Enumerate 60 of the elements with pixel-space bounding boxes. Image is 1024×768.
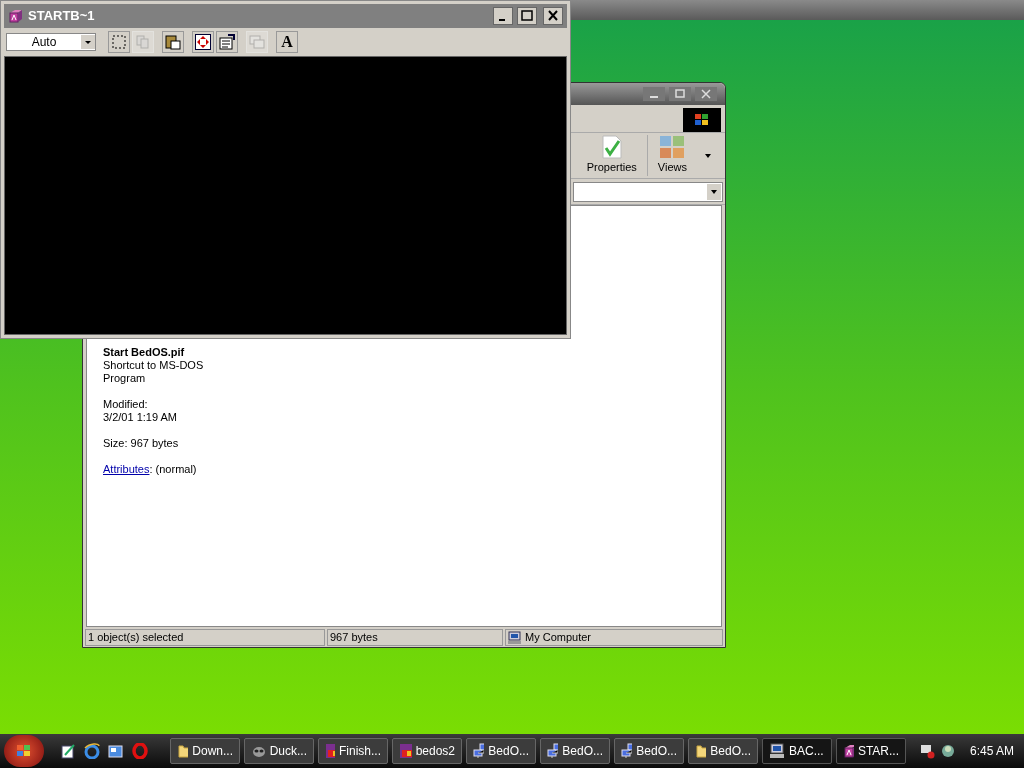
checkmark-document-icon [601, 135, 622, 160]
windows-flag-icon [694, 113, 710, 127]
status-text: My Computer [525, 629, 592, 645]
address-field[interactable] [573, 181, 723, 202]
status-text: 967 bytes [330, 629, 378, 645]
file-type: Shortcut to MS-DOS Program [103, 359, 205, 385]
tray-icon[interactable] [939, 743, 956, 759]
selection-icon [112, 35, 126, 49]
mark-button[interactable] [108, 31, 130, 53]
properties-button[interactable]: Properties [576, 135, 647, 176]
show-desktop-icon[interactable] [108, 743, 124, 759]
computer-icon [769, 743, 785, 759]
taskbar-button[interactable]: BedO... [688, 738, 758, 764]
fullscreen-icon [195, 34, 211, 50]
attributes-value: : (normal) [149, 463, 197, 476]
modified-date: 3/2/01 1:19 AM [103, 411, 178, 424]
file-name: Start BedOS.pif [103, 346, 186, 359]
folder-icon [695, 743, 707, 759]
taskbar-button[interactable]: BedO... [466, 738, 536, 764]
taskbar-button[interactable]: BedO... [614, 738, 684, 764]
font-size-dropdown[interactable]: Auto [6, 33, 96, 51]
tray-icon[interactable] [919, 743, 936, 759]
fullscreen-button[interactable] [192, 31, 214, 53]
notepad-icon[interactable] [60, 743, 76, 759]
taskbar-button[interactable]: BAC... [762, 738, 832, 764]
windows-icon [249, 35, 265, 49]
network-computer-icon [621, 743, 633, 759]
properties-icon [219, 34, 235, 50]
vb-icon [325, 743, 335, 759]
clipboard-icon [165, 34, 181, 50]
network-computer-icon [473, 743, 485, 759]
modified-label: Modified: [103, 398, 149, 411]
taskbar-button[interactable]: STAR... [836, 738, 906, 764]
taskbar-button[interactable]: Down... [170, 738, 240, 764]
views-icon [659, 135, 686, 160]
windows-flag-icon [16, 744, 32, 758]
views-button[interactable]: Views [646, 135, 697, 176]
vb-icon [399, 743, 412, 759]
clock: 6:45 AM [969, 743, 1014, 760]
taskbar-button[interactable]: BedO... [540, 738, 610, 764]
taskbar-button[interactable]: Duck... [244, 738, 314, 764]
status-text: 1 object(s) selected [88, 629, 184, 645]
properties-button[interactable] [216, 31, 238, 53]
taskbar-button[interactable]: Finish... [318, 738, 388, 764]
folder-icon [177, 743, 189, 759]
file-size: Size: 967 bytes [103, 437, 180, 450]
font-button[interactable]: A [276, 31, 298, 53]
opera-icon[interactable] [132, 743, 148, 759]
close-icon[interactable] [543, 7, 563, 25]
cube-icon [8, 8, 24, 24]
start-button[interactable] [4, 735, 44, 767]
taskbar-button[interactable]: bedos2 [392, 738, 462, 764]
minimize-icon[interactable] [493, 7, 513, 25]
copy-icon [136, 35, 150, 49]
browser-icon[interactable] [84, 743, 100, 759]
paste-button[interactable] [162, 31, 184, 53]
network-computer-icon [547, 743, 559, 759]
maximize-icon[interactable] [517, 7, 537, 25]
cube-icon [843, 743, 854, 759]
window-title: STARTB~1 [28, 7, 96, 26]
